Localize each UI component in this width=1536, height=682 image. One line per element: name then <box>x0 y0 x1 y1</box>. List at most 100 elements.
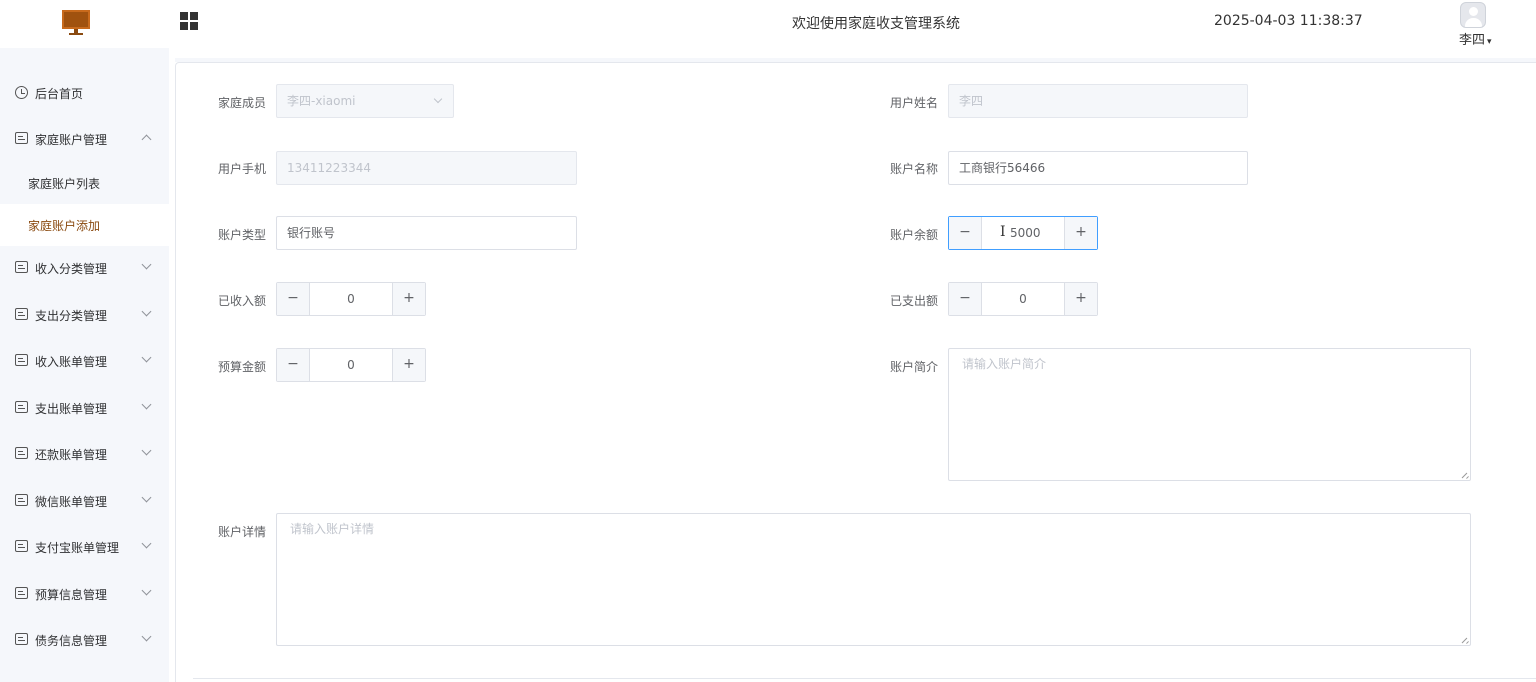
account-type-field[interactable]: 银行账号 <box>276 216 577 250</box>
user-name-field[interactable]: 李四 <box>948 84 1248 118</box>
account-name-value: 工商银行56466 <box>959 161 1046 175</box>
account-type-value: 银行账号 <box>287 226 336 240</box>
sidebar-item-label: 预算信息管理 <box>35 588 108 602</box>
card-icon <box>15 132 28 144</box>
decrement-button[interactable]: − <box>949 283 982 315</box>
income-received-value[interactable]: 0 <box>310 283 392 315</box>
chevron-down-icon <box>141 585 152 596</box>
sidebar-subitem-label: 家庭账户添加 <box>28 219 101 233</box>
sidebar-item-family-accounts[interactable]: 家庭账户管理 <box>0 119 169 159</box>
sidebar: 后台首页 家庭账户管理 家庭账户列表 家庭账户添加 收入分类管理 支出分类管理 … <box>0 48 169 682</box>
budget-amount-value[interactable]: 0 <box>310 349 392 381</box>
family-member-select[interactable]: 李四-xiaomi <box>276 84 454 118</box>
top-bar: 欢迎使用家庭收支管理系统 2025-04-03 11:38:37 李四 ▾ <box>0 0 1536 48</box>
account-details-label: 账户详情 <box>217 525 266 539</box>
bottom-divider <box>193 678 1536 679</box>
decrement-button[interactable]: − <box>277 283 310 315</box>
sidebar-item-label: 债务信息管理 <box>35 634 108 648</box>
budget-amount-label: 预算金额 <box>217 360 266 374</box>
increment-button[interactable]: + <box>1064 217 1097 249</box>
sidebar-item-alipay-bills[interactable]: 支付宝账单管理 <box>0 527 169 567</box>
sidebar-item-label: 还款账单管理 <box>35 448 108 462</box>
increment-button[interactable]: + <box>1064 283 1097 315</box>
sidebar-item-label: 收入分类管理 <box>35 262 108 276</box>
sidebar-item-label: 支出分类管理 <box>35 309 108 323</box>
avatar[interactable] <box>1460 2 1486 28</box>
expense-paid-value[interactable]: 0 <box>982 283 1064 315</box>
user-phone-label: 用户手机 <box>217 162 266 176</box>
sidebar-item-budget[interactable]: 预算信息管理 <box>0 574 169 614</box>
chevron-down-icon <box>141 352 152 363</box>
chevron-down-icon <box>141 306 152 317</box>
decrement-button[interactable]: − <box>277 349 310 381</box>
chevron-down-icon <box>141 538 152 549</box>
account-intro-label: 账户简介 <box>889 360 938 374</box>
increment-button[interactable]: + <box>392 349 425 381</box>
site-title: 欢迎使用家庭收支管理系统 <box>792 16 960 32</box>
sidebar-item-repayment-bills[interactable]: 还款账单管理 <box>0 434 169 474</box>
card-icon <box>15 401 28 413</box>
account-intro-placeholder: 请输入账户简介 <box>962 357 1047 371</box>
monitor-logo-icon <box>62 10 90 36</box>
text-cursor-icon: I <box>1000 224 1006 240</box>
resize-handle-icon[interactable] <box>1461 471 1469 479</box>
increment-button[interactable]: + <box>392 283 425 315</box>
chevron-down-icon <box>141 631 152 642</box>
user-name-value: 李四 <box>959 94 984 108</box>
account-intro-textarea[interactable]: 请输入账户简介 <box>948 348 1471 481</box>
clock-icon <box>15 86 28 99</box>
account-balance-stepper[interactable]: − 5000 + I <box>948 216 1098 250</box>
expense-paid-label: 已支出额 <box>889 294 938 308</box>
sidebar-subitem-label: 家庭账户列表 <box>28 177 101 191</box>
chevron-up-icon <box>141 134 152 145</box>
user-phone-field[interactable]: 13411223344 <box>276 151 577 185</box>
card-icon <box>15 261 28 273</box>
family-member-label: 家庭成员 <box>217 96 266 110</box>
account-balance-label: 账户余额 <box>889 228 938 242</box>
card-icon <box>15 447 28 459</box>
card-icon <box>15 308 28 320</box>
income-received-label: 已收入额 <box>217 294 266 308</box>
chevron-down-icon <box>141 492 152 503</box>
sidebar-item-label: 支出账单管理 <box>35 402 108 416</box>
sidebar-item-label: 收入账单管理 <box>35 355 108 369</box>
user-phone-value: 13411223344 <box>287 161 371 175</box>
card-icon <box>15 540 28 552</box>
sidebar-item-income-categories[interactable]: 收入分类管理 <box>0 248 169 288</box>
sidebar-item-wechat-bills[interactable]: 微信账单管理 <box>0 481 169 521</box>
sidebar-subitem-account-list[interactable]: 家庭账户列表 <box>0 162 169 204</box>
sidebar-item-expense-bills[interactable]: 支出账单管理 <box>0 388 169 428</box>
sidebar-item-label: 微信账单管理 <box>35 495 108 509</box>
chevron-down-icon <box>433 94 443 104</box>
sidebar-item-label: 家庭账户管理 <box>35 133 108 147</box>
chevron-down-icon <box>141 259 152 270</box>
card-icon <box>15 633 28 645</box>
datetime-display: 2025-04-03 11:38:37 <box>1214 13 1363 29</box>
budget-amount-stepper[interactable]: − 0 + <box>276 348 426 382</box>
menu-grid-icon[interactable] <box>180 12 198 30</box>
card-icon <box>15 587 28 599</box>
sidebar-item-debt[interactable]: 债务信息管理 <box>0 620 169 660</box>
income-received-stepper[interactable]: − 0 + <box>276 282 426 316</box>
account-details-placeholder: 请输入账户详情 <box>290 522 375 536</box>
family-member-value: 李四-xiaomi <box>287 94 356 108</box>
account-details-textarea[interactable]: 请输入账户详情 <box>276 513 1471 646</box>
sidebar-item-label: 支付宝账单管理 <box>35 541 120 555</box>
user-name-label: 李四 <box>1459 33 1486 48</box>
sidebar-subitem-account-add[interactable]: 家庭账户添加 <box>0 204 169 246</box>
resize-handle-icon[interactable] <box>1461 636 1469 644</box>
account-name-field[interactable]: 工商银行56466 <box>948 151 1248 185</box>
caret-down-icon: ▾ <box>1487 37 1492 47</box>
user-name-label: 用户姓名 <box>889 96 938 110</box>
expense-paid-stepper[interactable]: − 0 + <box>948 282 1098 316</box>
sidebar-item-income-bills[interactable]: 收入账单管理 <box>0 341 169 381</box>
account-name-label: 账户名称 <box>889 162 938 176</box>
card-icon <box>15 354 28 366</box>
sidebar-item-dashboard[interactable]: 后台首页 <box>0 73 169 113</box>
sidebar-item-label: 后台首页 <box>35 87 84 101</box>
user-menu[interactable]: 李四 ▾ <box>1459 29 1492 48</box>
sidebar-item-expense-categories[interactable]: 支出分类管理 <box>0 295 169 335</box>
chevron-down-icon <box>141 445 152 456</box>
account-balance-value[interactable]: 5000 <box>982 217 1064 249</box>
decrement-button[interactable]: − <box>949 217 982 249</box>
